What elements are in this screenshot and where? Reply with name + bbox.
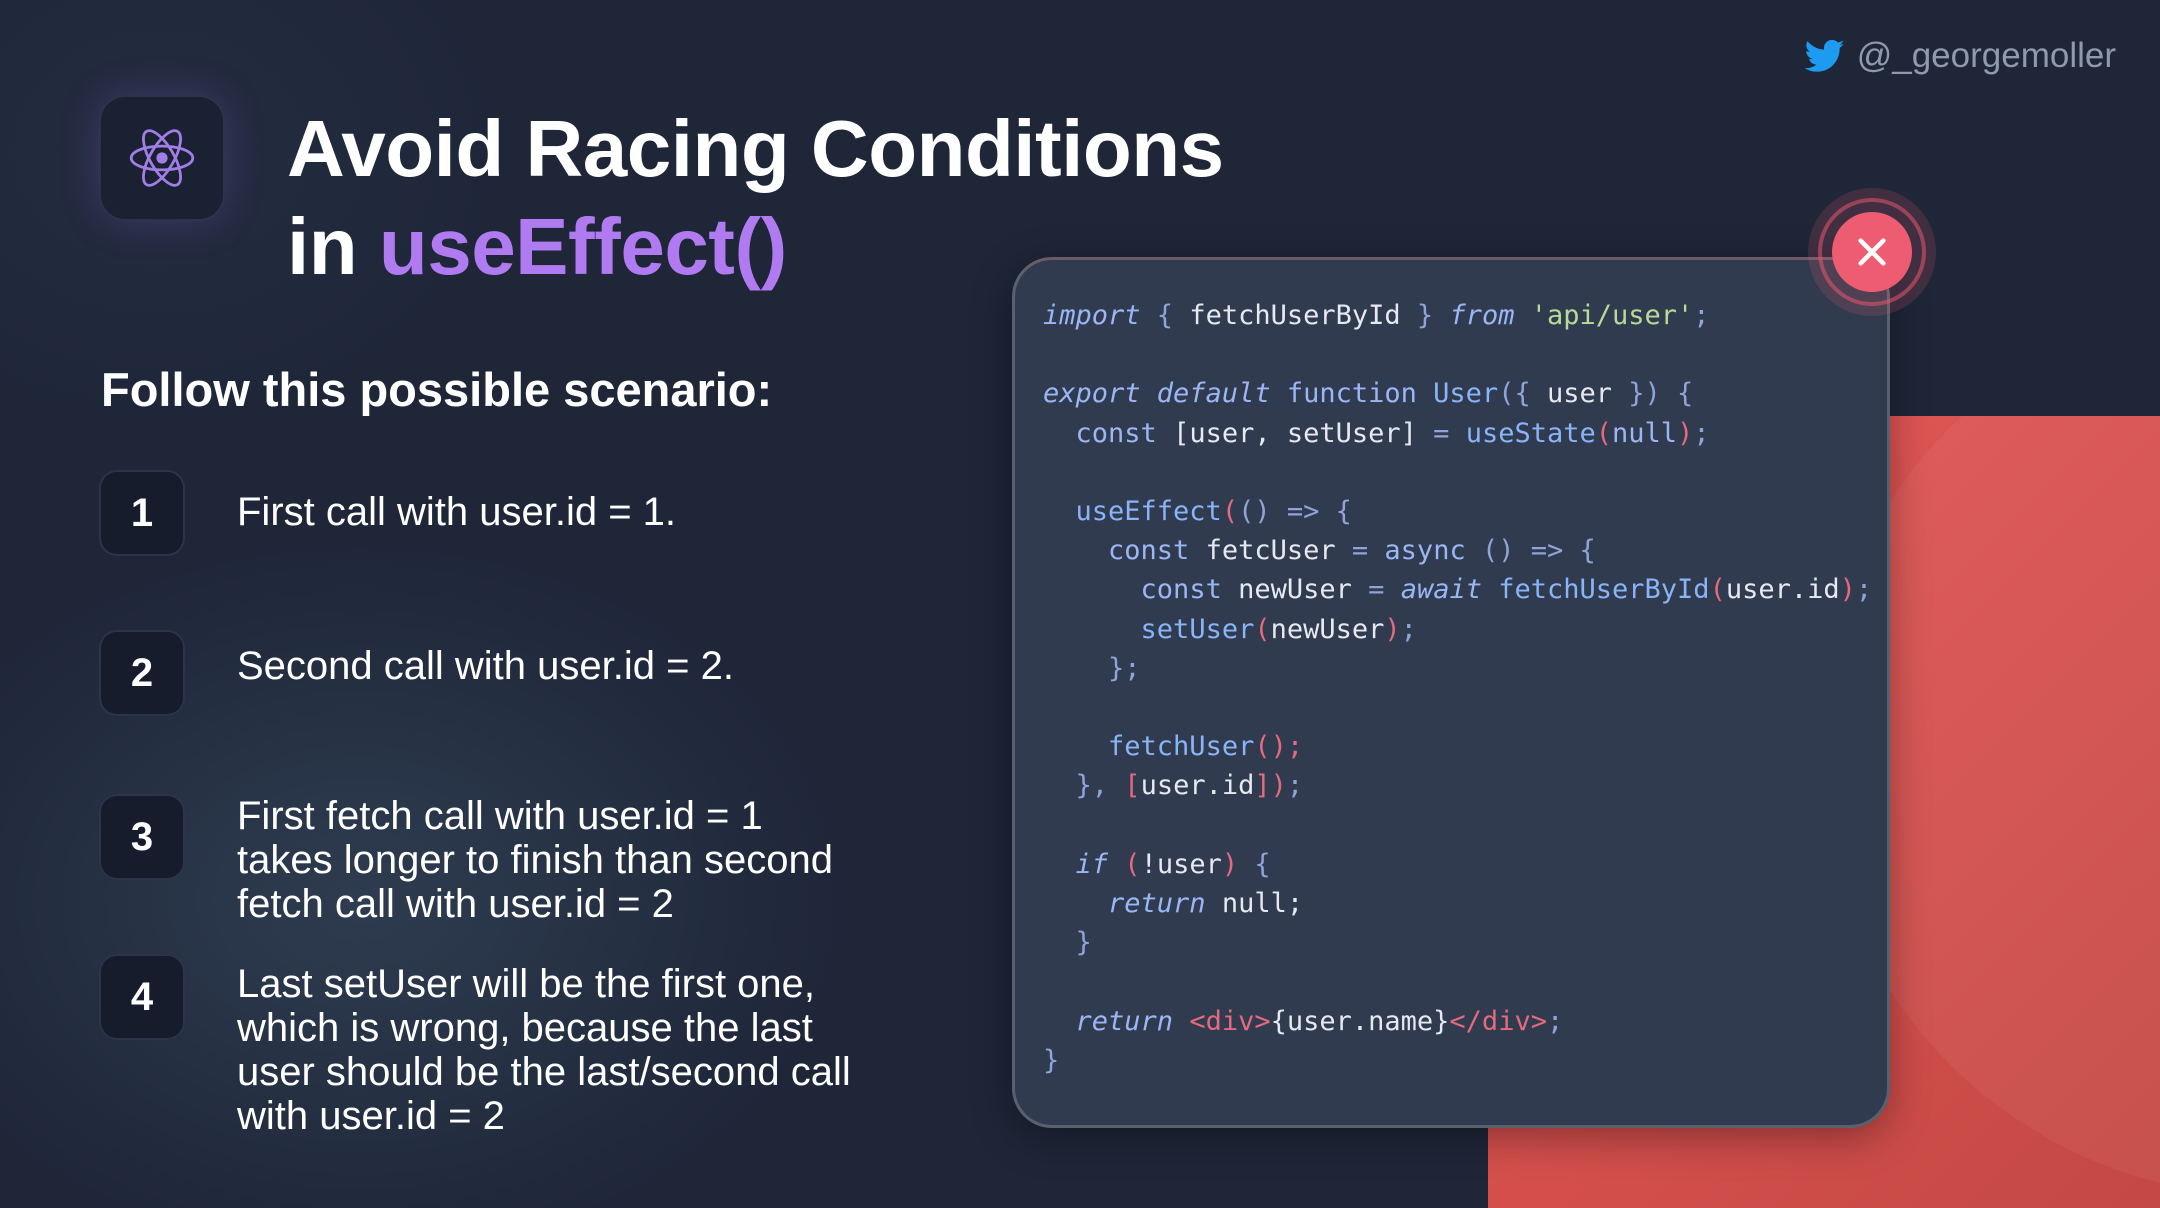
twitter-handle[interactable]: @_georgemoller: [1804, 34, 2116, 78]
step-number-badge: 4: [101, 956, 183, 1038]
close-button-ring: [1818, 198, 1926, 306]
step-text: First fetch call with user.id = 1 takes …: [237, 794, 833, 926]
scenario-step: 4 Last setUser will be the first one, wh…: [101, 956, 857, 1138]
react-atom-icon: [129, 129, 195, 187]
scenario-step: 2 Second call with user.id = 2.: [101, 632, 877, 714]
title-line-2-accent: useEffect(): [378, 202, 787, 291]
step-text: Second call with user.id = 2.: [237, 644, 734, 688]
scenario-heading: Follow this possible scenario:: [101, 363, 773, 416]
title-line-1: Avoid Racing Conditions: [287, 104, 1224, 193]
step-text: First call with user.id = 1.: [237, 490, 677, 534]
code-card: import { fetchUserById } from 'api/user'…: [1012, 257, 1890, 1128]
step-number-badge: 1: [101, 472, 183, 554]
twitter-handle-text: @_georgemoller: [1856, 36, 2116, 75]
scenario-step: 1 First call with user.id = 1.: [101, 472, 877, 554]
close-button-inner: [1832, 212, 1912, 292]
twitter-icon: [1804, 39, 1845, 72]
title-line-2-prefix: in: [287, 202, 379, 291]
step-number-badge: 2: [101, 632, 183, 714]
step-text: Last setUser will be the first one, whic…: [237, 962, 851, 1138]
code-block: import { fetchUserById } from 'api/user'…: [1043, 300, 1873, 1076]
close-icon: [1858, 238, 1886, 266]
close-button[interactable]: [1808, 188, 1936, 316]
step-number-badge: 3: [101, 796, 183, 878]
scenario-step: 3 First fetch call with user.id = 1 take…: [101, 794, 857, 926]
react-logo: [101, 97, 223, 219]
